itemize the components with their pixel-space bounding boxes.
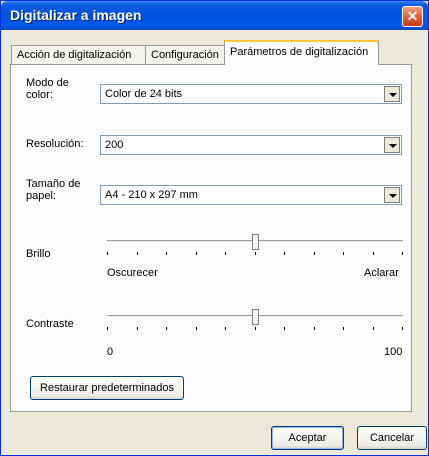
color-mode-label: Modo de color: xyxy=(26,77,69,101)
slider-tick xyxy=(402,327,403,330)
slider-tick xyxy=(255,327,256,330)
ok-button[interactable]: Aceptar xyxy=(271,426,344,450)
tab-scan-parameters-label: Parámetros de digitalización xyxy=(230,46,369,58)
contrast-label: Contraste xyxy=(26,318,74,330)
scan-parameters-panel: Modo de color: Color de 24 bits Resoluci… xyxy=(10,64,412,412)
paper-size-value: A4 - 210 x 297 mm xyxy=(105,189,198,201)
slider-tick xyxy=(255,252,256,255)
chevron-down-icon[interactable] xyxy=(384,86,400,102)
resolution-select[interactable]: 200 xyxy=(100,135,402,155)
slider-tick xyxy=(137,327,138,330)
slider-tick xyxy=(107,252,108,255)
slider-tick xyxy=(196,327,197,330)
resolution-label: Resolución: xyxy=(26,138,84,150)
chevron-down-icon[interactable] xyxy=(384,137,400,153)
close-button[interactable]: ✕ xyxy=(402,6,423,27)
slider-tick xyxy=(137,252,138,255)
chevron-down-icon[interactable] xyxy=(384,187,400,203)
slider-tick xyxy=(166,327,167,330)
tab-configuration-label: Configuración xyxy=(151,49,219,61)
color-mode-value: Color de 24 bits xyxy=(105,88,183,100)
slider-tick xyxy=(314,327,315,330)
slider-tick xyxy=(314,252,315,255)
slider-tick xyxy=(284,252,285,255)
scan-to-image-dialog: Digitalizar a imagen ✕ Acción de digital… xyxy=(0,0,429,456)
tab-configuration[interactable]: Configuración xyxy=(145,45,225,64)
slider-tick xyxy=(402,252,403,255)
color-mode-select[interactable]: Color de 24 bits xyxy=(100,84,402,104)
tab-scan-action[interactable]: Acción de digitalización xyxy=(11,45,146,64)
paper-size-label: Tamaño de papel: xyxy=(26,178,81,202)
close-icon: ✕ xyxy=(406,8,419,24)
contrast-thumb[interactable] xyxy=(252,309,259,325)
paper-size-select[interactable]: A4 - 210 x 297 mm xyxy=(100,185,402,205)
resolution-value: 200 xyxy=(105,139,124,151)
slider-tick xyxy=(343,327,344,330)
brightness-thumb[interactable] xyxy=(252,234,259,250)
tab-scan-parameters[interactable]: Parámetros de digitalización xyxy=(224,40,379,65)
cancel-button[interactable]: Cancelar xyxy=(357,426,427,450)
slider-tick xyxy=(284,327,285,330)
contrast-min-label: 0 xyxy=(107,346,114,358)
slider-tick xyxy=(107,327,108,330)
brightness-slider[interactable] xyxy=(107,233,403,259)
tab-scan-action-label: Acción de digitalización xyxy=(17,49,132,61)
brightness-label: Brillo xyxy=(26,248,51,260)
slider-tick xyxy=(373,327,374,330)
brightness-min-label: Oscurecer xyxy=(107,267,158,279)
slider-tick xyxy=(196,252,197,255)
brightness-max-label: Aclarar xyxy=(364,267,399,279)
slider-tick xyxy=(225,252,226,255)
slider-tick xyxy=(166,252,167,255)
slider-tick xyxy=(343,252,344,255)
window-title: Digitalizar a imagen xyxy=(10,7,142,23)
restore-defaults-button[interactable]: Restaurar predeterminados xyxy=(30,376,184,400)
title-bar[interactable]: Digitalizar a imagen ✕ xyxy=(1,1,428,30)
contrast-slider[interactable] xyxy=(107,308,403,334)
slider-tick xyxy=(225,327,226,330)
contrast-max-label: 100 xyxy=(384,346,403,358)
slider-tick xyxy=(373,252,374,255)
